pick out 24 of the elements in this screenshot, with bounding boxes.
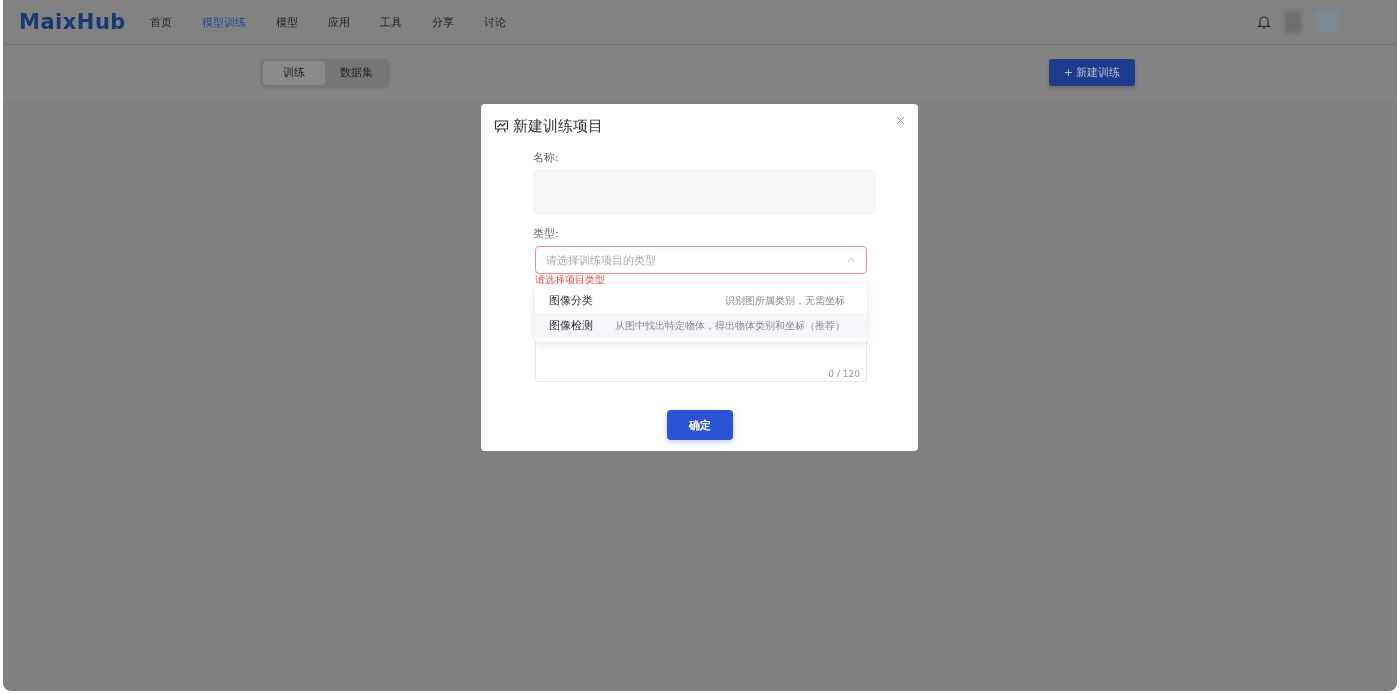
type-select[interactable]: 请选择训练项目的类型 [535,246,867,274]
field-label: 类型: [533,226,560,241]
field-label: 名称: [533,150,560,165]
dialog-title: 新建训练项目 [513,117,603,136]
logo[interactable]: MaixHub [19,10,150,34]
nav-link[interactable]: 模型 [276,14,298,30]
nav-link[interactable]: 分享 [432,14,454,30]
nav-link[interactable]: 工具 [380,14,402,30]
character-counter: 0 / 120 [828,369,860,379]
nav-link[interactable]: 应用 [328,14,350,30]
nav-link[interactable]: 模型训练 [202,14,246,30]
confirm-button[interactable]: 确定 [666,410,733,440]
error-message: 请选择项目类型 [535,274,606,286]
tab[interactable]: 数据集 [325,60,387,85]
new-training-button[interactable]: + 新建训练 [1049,59,1135,86]
tab[interactable]: 训练 [263,60,325,85]
dropdown-option[interactable]: 图像分类 识别图所属类别，无需坐标 [535,288,867,313]
nav-link[interactable]: 首页 [150,14,172,30]
dropdown-option[interactable]: 图像检测 从图中找出特定物体，得出物体类别和坐标（推荐） [535,313,867,338]
close-icon[interactable] [896,116,905,125]
chevron-icon [847,257,856,263]
nav-link[interactable]: 讨论 [484,14,506,30]
chart-board-icon [494,119,509,134]
bell-icon[interactable] [1257,14,1271,30]
